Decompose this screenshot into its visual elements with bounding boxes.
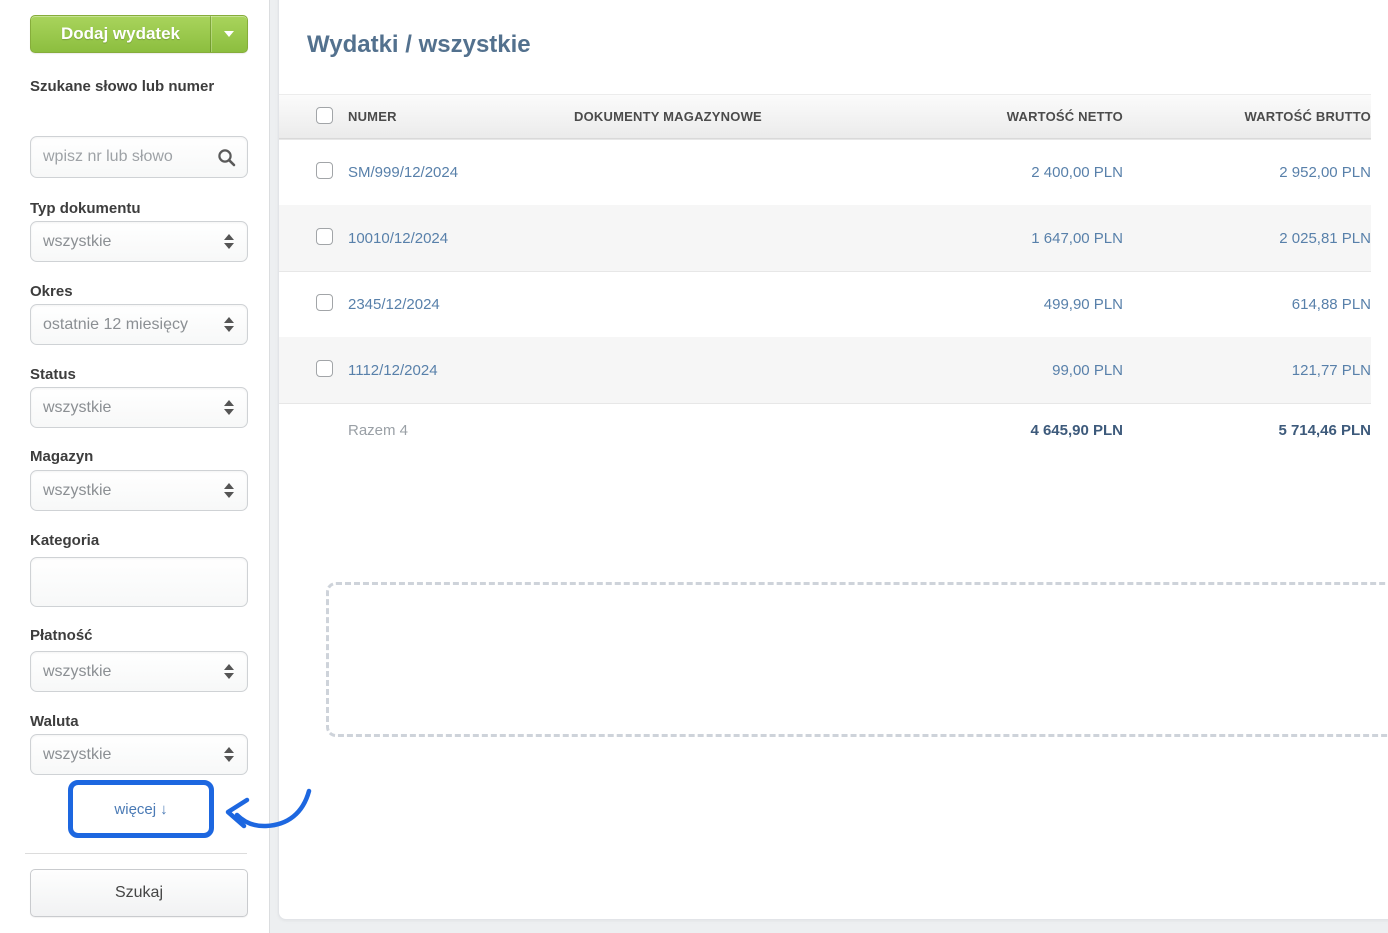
search-submit-button[interactable]: Szukaj: [30, 869, 248, 917]
expense-number-link[interactable]: 10010/12/2024: [348, 230, 448, 247]
caret-down-icon: [224, 31, 234, 37]
sidebar-divider: [25, 853, 247, 854]
annotation-highlight-box: więcej ↓: [68, 780, 214, 838]
category-label: Kategoria: [30, 532, 100, 549]
select-spinner-icon: [224, 483, 234, 498]
page-title: Wydatki / wszystkie: [307, 31, 531, 58]
row-checkbox[interactable]: [316, 294, 333, 311]
select-spinner-icon: [224, 317, 234, 332]
summary-netto: 4 645,90 PLN: [1030, 422, 1123, 439]
table-header-row: NUMER DOKUMENTY MAGAZYNOWE WARTOŚĆ NETTO…: [279, 94, 1371, 139]
brutto-cell: 2 952,00 PLN: [1279, 164, 1371, 181]
search-word-label: Szukane słowo lub numer: [30, 78, 215, 95]
empty-dropzone-placeholder: [326, 582, 1388, 737]
row-checkbox[interactable]: [316, 227, 333, 245]
category-field-wrap: [30, 557, 248, 607]
select-spinner-icon: [224, 400, 234, 415]
netto-cell: 2 400,00 PLN: [1031, 164, 1123, 181]
table-row: SM/999/12/2024 2 400,00 PLN 2 952,00 PLN: [279, 139, 1371, 205]
filters-sidebar: Dodaj wydatek Szukane słowo lub numer Ty…: [0, 0, 270, 933]
table-row: 1112/12/2024 99,00 PLN 121,77 PLN: [279, 337, 1371, 403]
netto-cell: 99,00 PLN: [1052, 361, 1123, 379]
select-spinner-icon: [224, 664, 234, 679]
status-label: Status: [30, 366, 76, 383]
warehouse-label: Magazyn: [30, 448, 94, 465]
search-input[interactable]: [31, 148, 217, 166]
expense-number-link[interactable]: 2345/12/2024: [348, 296, 440, 313]
brutto-cell: 121,77 PLN: [1291, 361, 1371, 379]
expense-number-link[interactable]: 1112/12/2024: [348, 362, 438, 379]
netto-cell: 1 647,00 PLN: [1031, 229, 1123, 247]
document-type-value: wszystkie: [43, 232, 112, 250]
brutto-cell: 2 025,81 PLN: [1279, 229, 1371, 247]
row-checkbox[interactable]: [316, 359, 333, 377]
warehouse-value: wszystkie: [43, 481, 112, 499]
column-header-brutto[interactable]: WARTOŚĆ BRUTTO: [1123, 109, 1371, 124]
period-value: ostatnie 12 miesięcy: [43, 315, 188, 333]
column-header-numer[interactable]: NUMER: [348, 109, 574, 124]
table-row: 2345/12/2024 499,90 PLN 614,88 PLN: [279, 271, 1371, 337]
more-filters-link[interactable]: więcej: [114, 801, 156, 818]
select-all-checkbox[interactable]: [316, 106, 333, 124]
payment-value: wszystkie: [43, 662, 112, 680]
search-field-wrap: [30, 136, 248, 178]
summary-count-label: Razem 4: [348, 422, 409, 439]
document-type-select[interactable]: wszystkie: [30, 221, 248, 262]
arrow-down-icon: ↓: [160, 800, 168, 818]
document-type-label: Typ dokumentu: [30, 200, 141, 217]
add-expense-dropdown-toggle[interactable]: [210, 16, 247, 52]
select-spinner-icon: [224, 234, 234, 249]
currency-select[interactable]: wszystkie: [30, 734, 248, 775]
period-select[interactable]: ostatnie 12 miesięcy: [30, 304, 248, 345]
select-spinner-icon: [224, 747, 234, 762]
brutto-cell: 614,88 PLN: [1291, 296, 1371, 313]
column-header-dokumenty[interactable]: DOKUMENTY MAGAZYNOWE: [574, 109, 864, 124]
expenses-panel: Wydatki / wszystkie NUMER DOKUMENTY MAGA…: [278, 0, 1388, 920]
table-summary-row: Razem 4 4 645,90 PLN 5 714,46 PLN: [279, 403, 1371, 457]
search-icon[interactable]: [217, 148, 236, 167]
netto-cell: 499,90 PLN: [1043, 296, 1123, 313]
currency-label: Waluta: [30, 713, 79, 730]
currency-value: wszystkie: [43, 745, 112, 763]
row-checkbox[interactable]: [316, 162, 333, 179]
expense-number-link[interactable]: SM/999/12/2024: [348, 164, 458, 181]
expenses-table: NUMER DOKUMENTY MAGAZYNOWE WARTOŚĆ NETTO…: [279, 94, 1371, 457]
payment-label: Płatność: [30, 627, 93, 644]
add-expense-button[interactable]: Dodaj wydatek: [31, 16, 210, 52]
column-header-netto[interactable]: WARTOŚĆ NETTO: [864, 109, 1123, 124]
add-expense-split-button[interactable]: Dodaj wydatek: [30, 15, 248, 53]
category-input[interactable]: [31, 573, 247, 591]
summary-brutto: 5 714,46 PLN: [1278, 422, 1371, 439]
table-row: 10010/12/2024 1 647,00 PLN 2 025,81 PLN: [279, 205, 1371, 271]
status-select[interactable]: wszystkie: [30, 387, 248, 428]
payment-select[interactable]: wszystkie: [30, 651, 248, 692]
app-window: Dodaj wydatek Szukane słowo lub numer Ty…: [0, 0, 1388, 933]
warehouse-select[interactable]: wszystkie: [30, 470, 248, 511]
status-value: wszystkie: [43, 398, 112, 416]
period-label: Okres: [30, 283, 73, 300]
